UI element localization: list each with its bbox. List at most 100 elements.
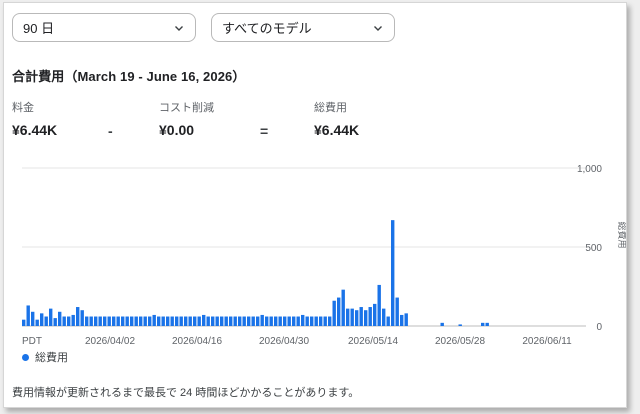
chart-bar xyxy=(224,316,228,326)
chart-bar xyxy=(31,311,35,326)
legend-label: 総費用 xyxy=(35,352,68,364)
y-axis-label: 総費用 xyxy=(617,221,626,248)
chart-bar xyxy=(400,314,404,326)
chart-bar xyxy=(359,307,363,326)
chart-bar xyxy=(265,316,269,326)
chart-bar xyxy=(44,316,48,326)
chart-bar xyxy=(350,308,354,326)
chart-bar xyxy=(85,316,89,326)
chart-bar xyxy=(121,316,125,326)
chart-bar xyxy=(139,316,143,326)
chart-bar xyxy=(40,313,44,326)
chart-bar xyxy=(404,313,408,326)
chart-bar xyxy=(98,316,102,326)
chart-bar xyxy=(62,316,66,326)
model-select[interactable]: すべてのモデル xyxy=(211,13,395,42)
chart-bar xyxy=(274,316,278,326)
chart-bar xyxy=(49,308,53,326)
x-tick-label: 2026/05/14 xyxy=(348,336,398,347)
chart-bar xyxy=(80,310,84,326)
chart-bar xyxy=(130,316,134,326)
x-tick-label: 2026/04/16 xyxy=(172,336,222,347)
chart-bar xyxy=(197,316,201,326)
chart-bar xyxy=(103,316,107,326)
chart-bar xyxy=(26,305,30,326)
chart-bar xyxy=(148,316,152,326)
chart-bar xyxy=(328,316,332,326)
chevron-down-icon xyxy=(374,25,382,31)
chart-bar xyxy=(337,297,341,326)
chart-bar xyxy=(71,314,75,326)
period-select-value: 90 日 xyxy=(23,21,55,36)
chart-bar xyxy=(211,316,215,326)
chart-bar xyxy=(292,316,296,326)
y-tick-label: 0 xyxy=(596,322,602,333)
chart-bar xyxy=(166,316,170,326)
chart-bar xyxy=(377,284,381,326)
x-tick-label: 2026/04/02 xyxy=(85,336,135,347)
y-tick-label: 500 xyxy=(585,243,602,254)
chart-bar xyxy=(373,303,377,326)
chart-bar xyxy=(305,316,309,326)
chart-legend[interactable]: 総費用 xyxy=(22,349,68,365)
chart-bar xyxy=(188,316,192,326)
chart-bar xyxy=(202,314,206,326)
charge-value: ¥6.44K xyxy=(12,122,58,138)
chart-bar xyxy=(161,316,165,326)
chart-bar xyxy=(157,316,161,326)
cost-card: 90 日 すべてのモデル 合計費用（March 19 - June 16, 20… xyxy=(3,2,627,408)
period-select[interactable]: 90 日 xyxy=(12,13,196,42)
chart-bar xyxy=(206,316,210,326)
chart-bar xyxy=(116,316,120,326)
chart-bar xyxy=(287,316,291,326)
chart-bar xyxy=(170,316,174,326)
chart-bar xyxy=(310,316,314,326)
chart-bar xyxy=(481,322,485,326)
chart-bar xyxy=(67,316,71,326)
chart-bar xyxy=(112,316,116,326)
chart-bar xyxy=(134,316,138,326)
chart-bar xyxy=(382,308,386,326)
y-tick-label: 1,000 xyxy=(577,164,602,175)
chart-bar xyxy=(184,316,188,326)
savings-value: ¥0.00 xyxy=(159,122,195,138)
chart-bar xyxy=(215,316,219,326)
chart-bar xyxy=(125,316,129,326)
chart-bar xyxy=(346,308,350,326)
chart-bar xyxy=(440,322,444,326)
x-tick-label: PDT xyxy=(22,336,42,347)
chart-bar xyxy=(193,316,197,326)
chart-bar xyxy=(89,316,93,326)
chart-bar xyxy=(323,316,327,326)
chart-bar xyxy=(58,311,62,326)
chart-bar xyxy=(247,316,251,326)
chart-bar xyxy=(458,324,462,326)
chart-bar xyxy=(53,318,57,326)
chart-bar xyxy=(251,316,255,326)
chart-bar xyxy=(391,220,395,326)
chart-bar xyxy=(35,319,39,326)
chart-bar xyxy=(278,316,282,326)
chart-bar xyxy=(269,316,273,326)
model-select-value: すべてのモデル xyxy=(222,21,312,36)
charge-label: 料金 xyxy=(12,102,34,114)
chart-bar xyxy=(283,316,287,326)
equals-sign: = xyxy=(260,123,269,139)
chart-bar xyxy=(485,322,489,326)
chart-bar xyxy=(368,307,372,326)
chart-bar xyxy=(364,310,368,326)
chart-bar xyxy=(395,297,399,326)
x-tick-label: 2026/04/30 xyxy=(259,336,309,347)
chart-bar xyxy=(152,314,156,326)
minus-sign: - xyxy=(108,123,113,139)
chart-bar xyxy=(179,316,183,326)
chart-bar xyxy=(256,316,260,326)
chart-bar xyxy=(296,316,300,326)
x-tick-label: 2026/06/11 xyxy=(522,336,572,347)
card-title: 合計費用（March 19 - June 16, 2026） xyxy=(12,69,246,84)
chart-bar xyxy=(220,316,224,326)
chart-bar xyxy=(301,314,305,326)
savings-label: コスト削減 xyxy=(159,102,214,114)
total-value: ¥6.44K xyxy=(314,122,360,138)
chart-bar xyxy=(386,316,390,326)
